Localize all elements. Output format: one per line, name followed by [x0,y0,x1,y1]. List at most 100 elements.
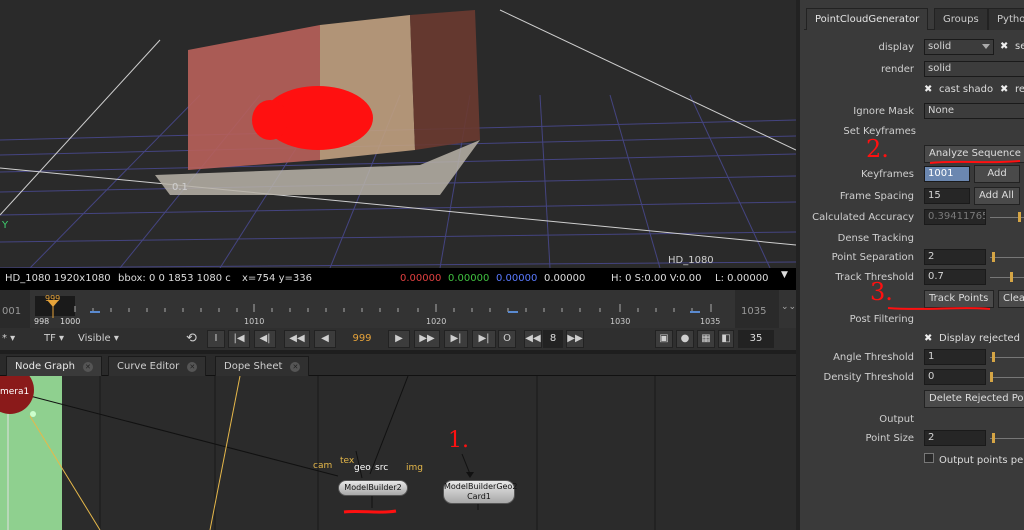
density-threshold-slider[interactable] [990,369,1024,385]
tick-label-1020: 1020 [426,317,447,326]
keyframes-label: Keyframes [861,169,914,180]
step-back-icon[interactable]: ◀◀ [284,330,310,348]
model-builder-node[interactable]: ModelBuilder2 [338,480,408,496]
in-point-label: 998 [34,317,50,326]
in-point-button[interactable]: I [207,330,225,348]
timeline-collapse-icon[interactable]: ⌄⌄ [781,302,796,312]
point-size-slider[interactable] [990,430,1024,446]
3d-viewer[interactable]: 0.1 HD_1080 Y [0,0,796,268]
node-graph[interactable]: mera1 cam tex geo src img ModelBuilder2 … [0,376,796,530]
display-rejected-check[interactable]: ✖ Display rejected p [924,333,1024,344]
info-menu-arrow-icon[interactable]: ▼ [781,270,788,280]
fps-field[interactable]: 35 [738,330,774,348]
last-frame-icon[interactable]: ▶| [472,330,496,348]
first-frame-icon[interactable]: |◀ [228,330,250,348]
camera-node-label[interactable]: mera1 [0,387,29,397]
post-filtering-label: Post Filtering [849,314,914,325]
play-forward-icon[interactable]: ▶ [388,330,410,348]
angle-threshold-field[interactable]: 1 [924,349,986,365]
density-threshold-field[interactable]: 0 [924,369,986,385]
cam-input-label: cam [313,461,333,471]
clear-button[interactable]: Clear [998,290,1024,308]
check-icon: ✖ [924,333,933,344]
ignore-mask-select[interactable]: None [924,103,1024,119]
keyframes-field[interactable]: 1001 [924,166,970,182]
out-point-button[interactable]: O [498,330,516,348]
next-keyframe-icon[interactable]: ▶| [444,330,468,348]
add-all-button[interactable]: Add All [974,187,1020,205]
point-cloud [155,10,480,195]
red-underline-mark [887,307,991,310]
receive-shadow-check[interactable]: ✖ re [1000,84,1024,95]
point-separation-slider[interactable] [990,249,1024,265]
flipbook-icon[interactable]: ▣ [655,330,673,348]
skip-forward-icon[interactable]: ▶▶ [566,330,584,348]
close-icon[interactable]: ✕ [187,362,198,372]
red-underline-mark [343,509,397,514]
tab-python[interactable]: Pytho [988,8,1024,30]
annotation-one: 1. [448,428,469,453]
viewer-mode-value: TF [44,333,56,344]
panel-tab-bar: PointCloudGenerator Groups Pytho [804,8,1024,30]
tab-groups[interactable]: Groups [934,8,988,30]
check-icon: ✖ [1000,41,1009,52]
close-icon[interactable]: ✕ [290,362,301,372]
viewer-mode-select[interactable]: TF ▾ [44,330,64,348]
add-keyframe-button[interactable]: Add [974,165,1020,183]
tab-pointcloudgenerator[interactable]: PointCloudGenerator [806,8,929,30]
step-forward-icon[interactable]: ▶▶ [414,330,440,348]
bbox-info: bbox: 0 0 1853 1080 c [118,273,231,284]
check-icon: ✖ [1000,84,1009,95]
current-frame-field[interactable]: 999 [340,330,384,348]
track-threshold-slider[interactable] [990,269,1024,285]
asterisk-menu[interactable]: * ▾ [2,330,15,348]
checkbox-empty-icon [924,453,934,463]
timeline-ruler[interactable]: 999 998 1000 1010 1020 1030 1035 [30,290,735,328]
angle-threshold-slider[interactable] [990,349,1024,365]
tab-curve-editor[interactable]: Curve Editor ✕ [108,356,207,376]
point-separation-field[interactable]: 2 [924,249,986,265]
play-backward-icon[interactable]: ◀ [314,330,336,348]
render-select[interactable]: solid [924,61,1024,77]
display-select[interactable]: solid [924,39,994,55]
timeline-start[interactable]: 001 [0,290,30,328]
properties-panel: PointCloudGenerator Groups Pytho display… [796,0,1024,530]
lock-icon[interactable]: ◧ [718,330,734,348]
skip-back-icon[interactable]: ◀◀ [524,330,542,348]
track-threshold-field[interactable]: 0.7 [924,269,986,285]
display-extra-check[interactable]: ✖ se [1000,41,1024,52]
output-points-check[interactable]: Output points per [924,453,1024,466]
timeline-end[interactable]: 1035 [735,290,779,328]
tab-node-graph[interactable]: Node Graph ✕ [6,356,102,376]
record-icon[interactable]: ● [676,330,694,348]
timeline[interactable]: 001 999 998 1000 1010 1020 1030 1035 103… [0,290,796,328]
viewer-info-bar: HD_1080 1920x1080 bbox: 0 0 1853 1080 c … [0,268,796,290]
luma-info: L: 0.00000 [715,273,769,284]
model-builder-geo-node[interactable]: ModelBuilderGeo2 Card1 [443,480,517,504]
red-value: 0.00000 [400,273,442,284]
nuke-window: 0.1 HD_1080 Y HD_1080 1920x1080 bbox: 0 … [0,0,1024,530]
playhead-frame: 999 [45,294,61,303]
geo-input-label: geo [354,463,371,473]
delete-rejected-button[interactable]: Delete Rejected Poi [924,390,1024,408]
density-threshold-label: Density Threshold [823,372,914,383]
display-rejected-label: Display rejected p [939,333,1024,344]
img-input-label: img [406,463,423,473]
tab-dope-sheet[interactable]: Dope Sheet ✕ [215,356,310,376]
src-input-label: src [375,463,389,473]
calculated-accuracy-label: Calculated Accuracy [812,212,914,223]
loop-icon[interactable]: ⟲ [186,330,197,348]
point-size-field[interactable]: 2 [924,430,986,446]
prev-keyframe-icon[interactable]: ◀| [254,330,276,348]
close-icon[interactable]: ✕ [82,362,93,372]
visibility-value: Visible [78,333,111,344]
display-value: solid [928,41,952,52]
settings-icon[interactable]: ▦ [697,330,715,348]
visibility-select[interactable]: Visible ▾ [78,330,119,348]
cast-shadow-check[interactable]: ✖ cast shado [924,84,993,95]
accuracy-slider [990,209,1024,225]
tab-dope-sheet-label: Dope Sheet [224,361,283,372]
check-icon: ✖ [924,84,933,95]
frame-spacing-field[interactable]: 15 [924,188,970,204]
frame-step-field[interactable]: 8 [543,330,563,348]
